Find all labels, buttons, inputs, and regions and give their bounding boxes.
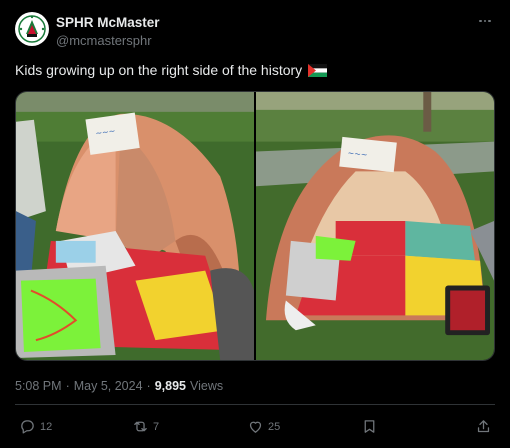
meta-separator-2: · bbox=[146, 379, 151, 393]
views-count: 9,895 bbox=[154, 379, 186, 393]
tweet-time[interactable]: 5:08 PM bbox=[15, 379, 62, 393]
tweet-text: Kids growing up on the right side of the… bbox=[15, 62, 328, 78]
heart-icon bbox=[249, 421, 262, 433]
share-icon bbox=[477, 420, 490, 433]
avatar[interactable] bbox=[15, 12, 49, 46]
author-display-name[interactable]: SPHR McMaster bbox=[56, 15, 160, 30]
bookmark-button[interactable] bbox=[361, 418, 378, 435]
tent-photo-right: ~~~ bbox=[256, 92, 494, 360]
tweet-text-content: Kids growing up on the right side of the… bbox=[15, 62, 303, 78]
meta-separator: · bbox=[65, 379, 70, 393]
tweet-meta: 5:08 PM · May 5, 2024 · 9,895 Views bbox=[15, 379, 223, 393]
sphr-logo-icon bbox=[16, 13, 48, 45]
reply-icon bbox=[21, 420, 34, 434]
action-bar: 12 7 25 bbox=[15, 418, 495, 440]
views-label: Views bbox=[189, 379, 224, 393]
repost-button[interactable]: 7 bbox=[132, 418, 159, 435]
author-handle[interactable]: @mcmastersphr bbox=[56, 33, 152, 48]
reply-count: 12 bbox=[40, 420, 53, 433]
more-icon[interactable] bbox=[475, 14, 495, 28]
media-grid[interactable]: ~~~ ~~~ bbox=[15, 91, 495, 361]
share-button[interactable] bbox=[475, 418, 492, 435]
bookmark-icon bbox=[364, 420, 375, 433]
tweet-header: SPHR McMaster @mcmastersphr bbox=[15, 12, 495, 52]
divider bbox=[15, 404, 495, 405]
tweet-date[interactable]: May 5, 2024 bbox=[74, 379, 143, 393]
repost-icon bbox=[134, 421, 147, 432]
like-button[interactable]: 25 bbox=[247, 418, 280, 435]
like-count: 25 bbox=[268, 420, 281, 433]
photo-tent-right[interactable]: ~~~ bbox=[256, 92, 494, 360]
reply-button[interactable]: 12 bbox=[19, 418, 52, 435]
repost-count: 7 bbox=[153, 420, 160, 433]
photo-tent-left[interactable]: ~~~ bbox=[16, 92, 254, 360]
tent-photo-left: ~~~ bbox=[16, 92, 254, 360]
palestine-flag-icon bbox=[308, 63, 328, 77]
